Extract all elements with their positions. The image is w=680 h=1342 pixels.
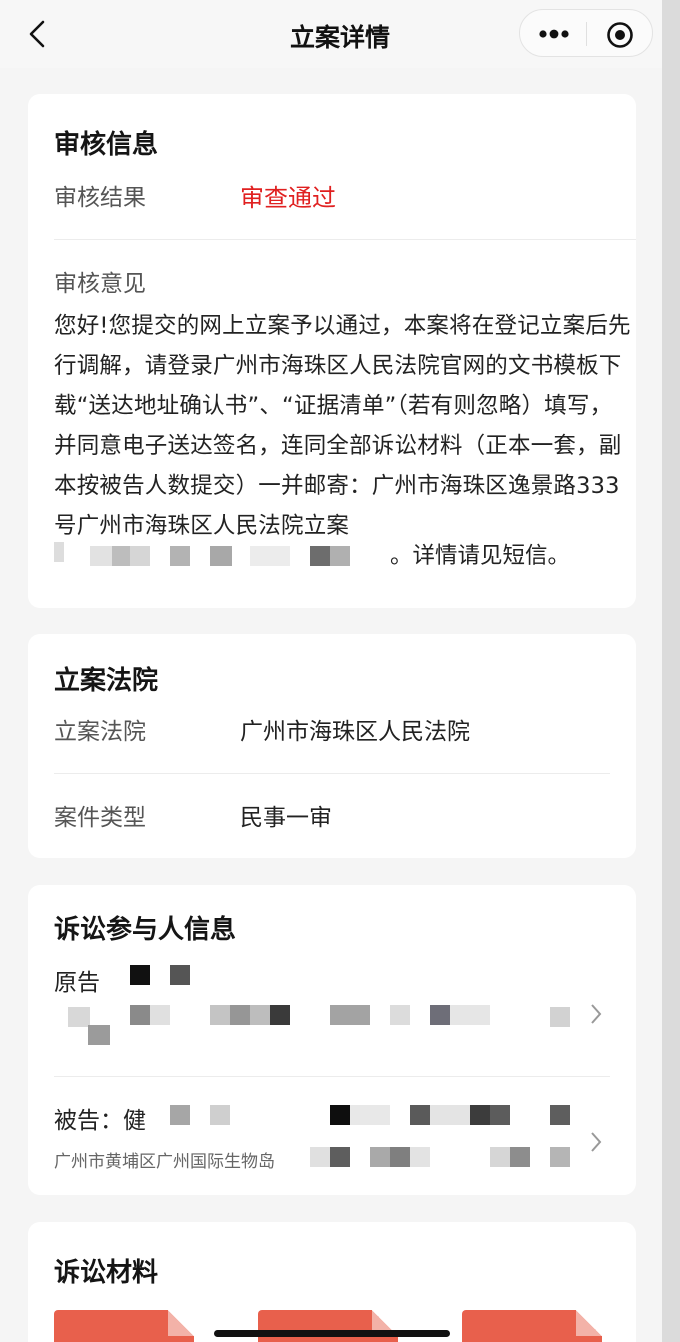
- parties-card: 诉讼参与人信息 原告 被告：健 广州市黄埔区广州国际生物岛: [28, 885, 636, 1195]
- chevron-right-icon: [591, 1132, 602, 1152]
- case-type-value: 民事一审: [240, 805, 332, 831]
- court-card: 立案法院 立案法院 广州市海珠区人民法院 案件类型 民事一审: [28, 634, 636, 858]
- close-target-icon[interactable]: [606, 21, 634, 49]
- materials-section-title: 诉讼材料: [54, 1258, 159, 1288]
- chevron-right-icon: [591, 1004, 602, 1024]
- court-value: 广州市海珠区人民法院: [240, 719, 470, 745]
- divider: [54, 1076, 610, 1077]
- capsule-divider: [586, 22, 587, 46]
- defendant-address: 广州市黄埔区广州国际生物岛: [54, 1152, 275, 1172]
- mini-program-capsule: [519, 9, 653, 57]
- home-indicator[interactable]: [214, 1330, 450, 1337]
- scrollbar[interactable]: [662, 0, 680, 1342]
- material-file-3[interactable]: [462, 1310, 602, 1342]
- case-type-label: 案件类型: [54, 805, 146, 831]
- review-section-title: 审核信息: [54, 130, 159, 160]
- divider: [54, 239, 636, 240]
- court-section-title: 立案法院: [54, 666, 159, 696]
- divider: [54, 773, 610, 774]
- opinion-tail: 。详情请见短信。: [390, 543, 571, 569]
- opinion-body: 您好!您提交的网上立案予以通过，本案将在登记立案后先行调解，请登录广州市海珠区人…: [54, 313, 631, 539]
- material-file-1[interactable]: [54, 1310, 194, 1342]
- review-opinion-text: 您好!您提交的网上立案予以通过，本案将在登记立案后先行调解，请登录广州市海珠区人…: [54, 306, 632, 546]
- review-opinion-label: 审核意见: [54, 271, 146, 297]
- review-result-value: 审查通过: [240, 184, 336, 212]
- parties-section-title: 诉讼参与人信息: [54, 915, 237, 945]
- material-file-2[interactable]: [258, 1310, 398, 1342]
- court-label: 立案法院: [54, 719, 146, 745]
- defendant-label: 被告：健: [54, 1108, 146, 1134]
- more-icon[interactable]: [537, 24, 571, 44]
- review-card: 审核信息 审核结果 审查通过 审核意见 您好!您提交的网上立案予以通过，本案将在…: [28, 94, 636, 608]
- nav-bar: 立案详情: [0, 0, 680, 68]
- plaintiff-label: 原告: [54, 970, 100, 996]
- review-result-label: 审核结果: [54, 185, 146, 211]
